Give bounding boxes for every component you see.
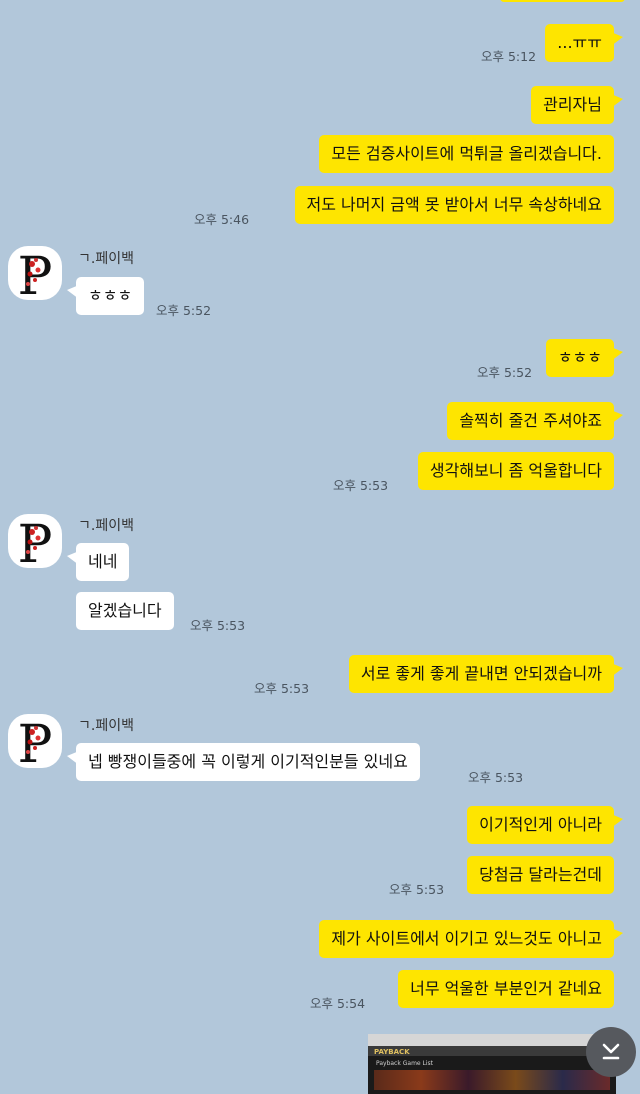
scroll-to-bottom-button[interactable] bbox=[586, 1027, 636, 1077]
message-text: 관리자님 bbox=[543, 95, 602, 114]
avatar-logo-icon: P bbox=[18, 247, 53, 300]
message-time: 오후 5:12 bbox=[481, 49, 537, 64]
message-time: 오후 5:53 bbox=[254, 681, 310, 696]
avatar[interactable]: P bbox=[8, 514, 62, 568]
svg-text:P: P bbox=[18, 715, 53, 768]
message-text: 솔찍히 줄건 주셔야죠 bbox=[459, 411, 602, 430]
message-text: 저도 나머지 금액 못 받아서 너무 속상하네요 bbox=[306, 195, 602, 214]
message-time: 오후 5:46 bbox=[194, 212, 250, 227]
message-time: 오후 5:53 bbox=[190, 618, 246, 633]
avatar-logo-icon: P bbox=[18, 515, 53, 568]
message-text: 네네 bbox=[88, 552, 118, 571]
message-text: 이기적인게 아니라 bbox=[479, 815, 602, 834]
image-message-thumbnail[interactable]: PAYBACK Payback Game List bbox=[368, 1034, 616, 1094]
message-time: 오후 5:53 bbox=[389, 882, 445, 897]
message-time: 오후 5:52 bbox=[156, 303, 212, 318]
thumbnail-browser-bar bbox=[368, 1034, 616, 1046]
outgoing-message[interactable]: 당첨금 달라는건데 bbox=[467, 856, 614, 894]
avatar-logo-icon: P bbox=[18, 715, 53, 768]
message-text: 모든 검증사이트에 먹튀글 올리겠습니다. bbox=[331, 144, 602, 163]
incoming-message[interactable]: 넵 빵쟁이들중에 꼭 이렇게 이기적인분들 있네요 bbox=[67, 743, 420, 781]
message-text: 넵 빵쟁이들중에 꼭 이렇게 이기적인분들 있네요 bbox=[88, 752, 408, 771]
message-time: 오후 5:52 bbox=[477, 365, 533, 380]
message-text: 서로 좋게 좋게 끝내면 안되겠습니까 bbox=[360, 664, 602, 683]
chevron-double-down-icon bbox=[602, 1043, 620, 1060]
svg-text:P: P bbox=[18, 515, 53, 568]
thumbnail-subtitle: Payback Game List bbox=[376, 1060, 433, 1067]
outgoing-message[interactable]: 너무 억울한 부분인거 같네요 bbox=[398, 970, 614, 1008]
outgoing-message[interactable]: 이기적인게 아니라 bbox=[467, 806, 623, 844]
message-text: ㅎㅎㅎ bbox=[88, 286, 133, 305]
previous-message-bubble-edge bbox=[500, 0, 625, 2]
outgoing-message[interactable]: 저도 나머지 금액 못 받아서 너무 속상하네요 bbox=[294, 186, 614, 224]
outgoing-message[interactable]: 모든 검증사이트에 먹튀글 올리겠습니다. bbox=[319, 135, 614, 173]
message-text: 제가 사이트에서 이기고 있느것도 아니고 bbox=[331, 929, 602, 948]
message-text: 생각해보니 좀 억울합니다 bbox=[429, 461, 602, 480]
message-text: ㅎㅎㅎ bbox=[557, 348, 602, 367]
sender-name: ㄱ.페이백 bbox=[78, 518, 134, 534]
message-text: 너무 억울한 부분인거 같네요 bbox=[410, 979, 602, 998]
thumbnail-game-banners bbox=[374, 1070, 610, 1090]
message-time: 오후 5:53 bbox=[333, 478, 389, 493]
message-time: 오후 5:54 bbox=[310, 996, 366, 1011]
incoming-message[interactable]: 네네 bbox=[66, 543, 130, 581]
outgoing-message[interactable]: 서로 좋게 좋게 끝내면 안되겠습니까 bbox=[348, 655, 624, 693]
thumbnail-brand: PAYBACK bbox=[374, 1048, 410, 1056]
outgoing-message[interactable]: 솔찍히 줄건 주셔야죠 bbox=[447, 402, 623, 440]
message-text: 당첨금 달라는건데 bbox=[479, 865, 602, 884]
avatar[interactable]: P bbox=[8, 714, 62, 768]
outgoing-message[interactable]: 관리자님 bbox=[531, 86, 623, 124]
sender-name: ㄱ.페이백 bbox=[78, 251, 134, 267]
incoming-message[interactable]: 알겠습니다 bbox=[76, 592, 174, 630]
sender-name: ㄱ.페이백 bbox=[78, 718, 134, 734]
outgoing-message[interactable]: 생각해보니 좀 억울합니다 bbox=[417, 452, 614, 490]
outgoing-message[interactable]: 제가 사이트에서 이기고 있느것도 아니고 bbox=[319, 920, 623, 958]
incoming-message[interactable]: ㅎㅎㅎ bbox=[66, 277, 145, 315]
message-text: 알겠습니다 bbox=[88, 601, 162, 620]
svg-text:P: P bbox=[18, 247, 53, 300]
outgoing-message[interactable]: ...ㅠㅠ bbox=[545, 24, 623, 62]
message-text: ...ㅠㅠ bbox=[557, 33, 602, 52]
message-time: 오후 5:53 bbox=[468, 770, 524, 785]
avatar[interactable]: P bbox=[8, 246, 62, 300]
outgoing-message[interactable]: ㅎㅎㅎ bbox=[545, 339, 624, 377]
